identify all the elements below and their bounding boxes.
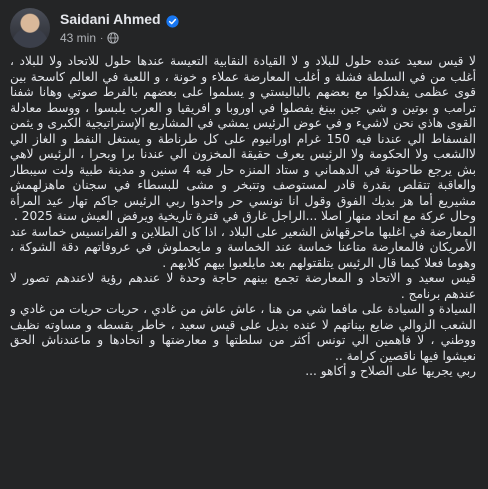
post-card: Saidani Ahmed 43 min · لا قيس سعيد عنده …: [0, 0, 488, 489]
verified-badge-icon: [166, 13, 179, 28]
post-paragraph-5: ربي يجريها على الصلاح و أكاهو ...: [305, 364, 476, 378]
avatar[interactable]: [10, 8, 50, 48]
post-header: Saidani Ahmed 43 min ·: [10, 8, 478, 48]
post-body: لا قيس سعيد عنده حلول للبلاد و لا القياد…: [10, 54, 476, 484]
meta-separator: ·: [100, 32, 104, 44]
author-name[interactable]: Saidani Ahmed: [60, 11, 161, 27]
author-row: Saidani Ahmed: [60, 11, 179, 28]
post-paragraph-1: لا قيس سعيد عنده حلول للبلاد و لا القياد…: [10, 54, 476, 223]
post-timestamp[interactable]: 43 min: [60, 31, 96, 45]
post-paragraph-3: قيس سعيد و الاتحاد و المعارضة تجمع بينهم…: [10, 271, 476, 301]
post-paragraph-4: السيادة و السيادة على مافما شي من هنا ، …: [10, 302, 476, 363]
post-meta: 43 min ·: [60, 31, 120, 45]
globe-icon[interactable]: [107, 32, 120, 44]
post-paragraph-2: المعارضة في اغلبها ماحرقهاش الشعير على ا…: [10, 224, 476, 270]
